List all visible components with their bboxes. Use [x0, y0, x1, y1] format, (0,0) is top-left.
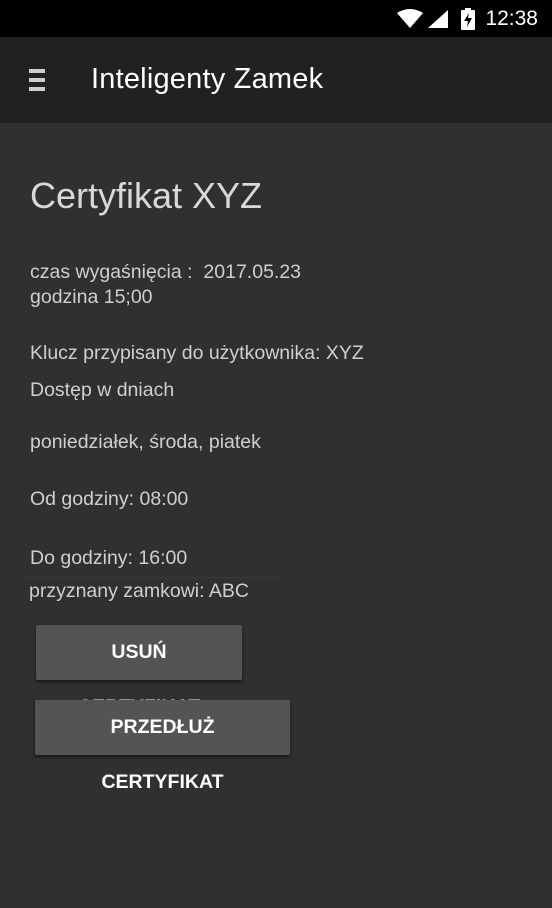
status-icons: 12:38: [397, 0, 538, 37]
delete-certificate-button[interactable]: USUŃ CERTYFIKAT: [36, 625, 242, 718]
expiry-row: czas wygaśnięcia : 2017.05.23: [30, 260, 301, 285]
app-title: Inteligenty Zamek: [91, 63, 324, 95]
app-toolbar: Inteligenty Zamek: [0, 37, 552, 123]
status-time: 12:38: [485, 6, 538, 30]
menu-icon[interactable]: [29, 69, 45, 91]
assigned-lock: przyznany zamkowi: ABC: [29, 580, 249, 602]
access-days: poniedziałek, środa, piatek: [30, 431, 261, 453]
access-days-label: Dostęp w dniach: [30, 379, 175, 401]
wifi-icon: [397, 8, 424, 28]
certificate-details: Certyfikat XYZ czas wygaśnięcia : 2017.0…: [0, 123, 552, 908]
divider: [24, 577, 280, 578]
certificate-title: Certyfikat XYZ: [30, 175, 263, 216]
expiry-time: godzina 15;00: [30, 286, 153, 308]
expiry-label: czas wygaśnięcia :: [30, 261, 193, 283]
battery-charging-icon: [461, 7, 476, 30]
to-hour: Do godziny: 16:00: [30, 547, 188, 569]
extend-certificate-button[interactable]: PRZEDŁUŻ CERTYFIKAT: [35, 700, 290, 793]
signal-icon: [428, 9, 449, 28]
assigned-user: Klucz przypisany do użytkownika: XYZ: [30, 342, 364, 364]
expiry-block: czas wygaśnięcia : 2017.05.23 godzina 15…: [30, 260, 301, 310]
status-bar: 12:38: [0, 0, 552, 37]
expiry-date: 2017.05.23: [203, 261, 302, 283]
from-hour: Od godziny: 08:00: [30, 488, 189, 510]
